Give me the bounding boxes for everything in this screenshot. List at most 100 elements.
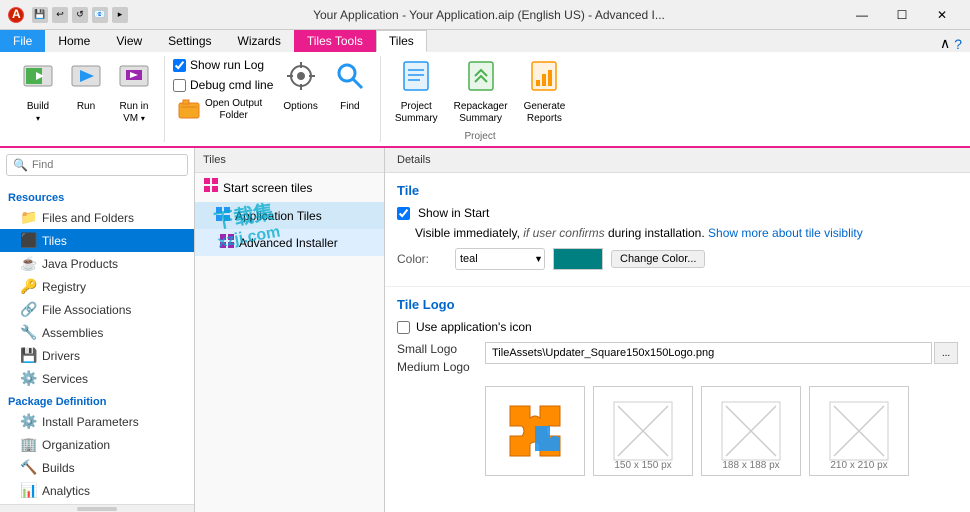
sidebar-item-registry[interactable]: 🔑 Registry (0, 275, 194, 298)
sidebar-item-builds[interactable]: 🔨 Builds (0, 456, 194, 479)
show-in-start-row: Show in Start (397, 206, 958, 220)
tab-file[interactable]: File (0, 30, 45, 52)
project-summary-icon (400, 60, 432, 99)
title-bar: A 💾 ↩ ↺ 📧 ▸ Your Application - Your Appl… (0, 0, 970, 30)
analytics-icon: 📊 (20, 482, 36, 499)
run-button[interactable]: Run (64, 56, 108, 117)
tab-tiles[interactable]: Tiles (376, 30, 427, 52)
tree-root[interactable]: Start screen tiles (195, 173, 384, 202)
tab-home[interactable]: Home (45, 30, 103, 52)
details-header: Details (385, 148, 970, 173)
sidebar-item-install-params[interactable]: ⚙️ Install Parameters (0, 410, 194, 433)
tab-settings[interactable]: Settings (155, 30, 224, 52)
tree-item-app-tiles[interactable]: Application Tiles (195, 202, 384, 229)
ribbon-help-icon[interactable]: ? (954, 36, 962, 52)
tree-item-app-tiles-label: Application Tiles (235, 209, 322, 223)
use-app-icon-checkbox[interactable] (397, 321, 410, 334)
sidebar-item-assemblies[interactable]: 🔧 Assemblies (0, 321, 194, 344)
image-box-2-label: 150 x 150 px (594, 460, 692, 471)
logo-section-title: Tile Logo (397, 297, 958, 312)
search-box[interactable]: 🔍 (6, 154, 188, 176)
tab-wizards[interactable]: Wizards (225, 30, 294, 52)
search-icon: 🔍 (13, 158, 28, 172)
tab-tiles-tools[interactable]: Tiles Tools (294, 30, 376, 52)
if-confirms-text: if user confirms (523, 226, 604, 240)
logo-file-path[interactable]: TileAssets\Updater_Square150x150Logo.png (485, 342, 932, 364)
color-select[interactable]: teal blue red green (455, 248, 545, 270)
build-button[interactable]: Build▾ (16, 56, 60, 129)
use-app-icon-label: Use application's icon (416, 320, 532, 334)
ribbon-bar: Build▾ Run (0, 52, 970, 148)
open-output-button[interactable]: Open OutputFolder (173, 96, 273, 124)
sidebar-item-services-label: Services (42, 372, 88, 386)
tile-section-title: Tile (397, 183, 958, 198)
minimize-button[interactable]: — (842, 0, 882, 30)
ribbon-group-project: ProjectSummary RepackagerSummary (381, 56, 579, 142)
sidebar-item-organization-label: Organization (42, 438, 110, 452)
ribbon-group-options: Show run Log Debug cmd line Open OutputF… (165, 56, 381, 142)
registry-icon: 🔑 (20, 278, 36, 295)
build-label: Build▾ (27, 101, 49, 125)
ribbon-checkboxes: Show run Log Debug cmd line Open OutputF… (173, 56, 273, 124)
sidebar-item-services[interactable]: ⚙️ Services (0, 367, 194, 390)
tab-view[interactable]: View (103, 30, 155, 52)
tree-item-app-tiles-icon (215, 206, 231, 225)
debug-cmd-label: Debug cmd line (190, 78, 273, 92)
find-button[interactable]: Find (328, 56, 372, 117)
puzzle-icon (500, 396, 570, 466)
show-in-start-checkbox[interactable] (397, 207, 410, 220)
sidebar-item-analytics[interactable]: 📊 Analytics (0, 479, 194, 502)
sidebar-item-drivers-label: Drivers (42, 349, 80, 363)
sidebar-item-drivers[interactable]: 💾 Drivers (0, 344, 194, 367)
java-icon: ☕ (20, 255, 36, 272)
generate-reports-label: GenerateReports (524, 101, 566, 125)
run-label: Run (77, 101, 95, 113)
generate-reports-button[interactable]: GenerateReports (518, 56, 572, 129)
project-summary-button[interactable]: ProjectSummary (389, 56, 444, 129)
quick-access-icon3[interactable]: ↺ (72, 7, 88, 23)
run-in-vm-button[interactable]: Run inVM ▾ (112, 56, 156, 129)
show-run-log-checkbox[interactable] (173, 59, 186, 72)
organization-icon: 🏢 (20, 436, 36, 453)
logo-labels: Small Logo Medium Logo (397, 342, 477, 374)
close-button[interactable]: ✕ (922, 0, 962, 30)
ribbon-group-build-items: Build▾ Run (16, 56, 156, 142)
sidebar-item-java[interactable]: ☕ Java Products (0, 252, 194, 275)
show-in-start-label: Show in Start (418, 206, 489, 220)
run-icon (70, 60, 102, 99)
repackager-summary-button[interactable]: RepackagerSummary (448, 56, 514, 129)
logo-browse-button[interactable]: ... (934, 342, 958, 364)
ribbon-group-build: Build▾ Run (8, 56, 165, 142)
tree-item-advanced-installer[interactable]: Advanced Installer (195, 229, 384, 256)
image-box-1 (485, 386, 585, 476)
options-button[interactable]: Options (277, 56, 323, 117)
generate-reports-icon (528, 60, 560, 99)
app-logo: A (8, 7, 24, 23)
quick-access-icon5[interactable]: ▸ (112, 7, 128, 23)
quick-access-icon2[interactable]: ↩ (52, 7, 68, 23)
debug-cmd-checkbox[interactable] (173, 79, 186, 92)
sidebar-item-install-params-label: Install Parameters (42, 415, 139, 429)
color-row: Color: teal blue red green ▾ Change Colo… (397, 248, 958, 270)
open-output-label: Open OutputFolder (205, 98, 262, 122)
show-more-link[interactable]: Show more about tile visiblity (708, 226, 863, 240)
search-input[interactable] (32, 159, 181, 171)
use-app-icon-row[interactable]: Use application's icon (397, 320, 958, 334)
show-run-log-row[interactable]: Show run Log (173, 56, 273, 74)
ribbon-help-chevron[interactable]: ∧ (940, 35, 950, 52)
sidebar-item-files-folders[interactable]: 📁 Files and Folders (0, 206, 194, 229)
color-select-wrapper[interactable]: teal blue red green ▾ (455, 248, 545, 270)
sidebar-item-organization[interactable]: 🏢 Organization (0, 433, 194, 456)
ribbon-group-project-items: ProjectSummary RepackagerSummary (389, 56, 571, 129)
sidebar-item-file-assoc[interactable]: 🔗 File Associations (0, 298, 194, 321)
sidebar-item-files-folders-label: Files and Folders (42, 211, 134, 225)
file-assoc-icon: 🔗 (20, 301, 36, 318)
maximize-button[interactable]: ☐ (882, 0, 922, 30)
image-grid: 150 x 150 px 188 x 188 px (397, 386, 958, 476)
quick-access-icon4[interactable]: 📧 (92, 7, 108, 23)
builds-icon: 🔨 (20, 459, 36, 476)
debug-cmd-row[interactable]: Debug cmd line (173, 76, 273, 94)
sidebar-item-tiles[interactable]: ⬛ Tiles (0, 229, 194, 252)
quick-access-icon1[interactable]: 💾 (32, 7, 48, 23)
change-color-button[interactable]: Change Color... (611, 250, 705, 268)
